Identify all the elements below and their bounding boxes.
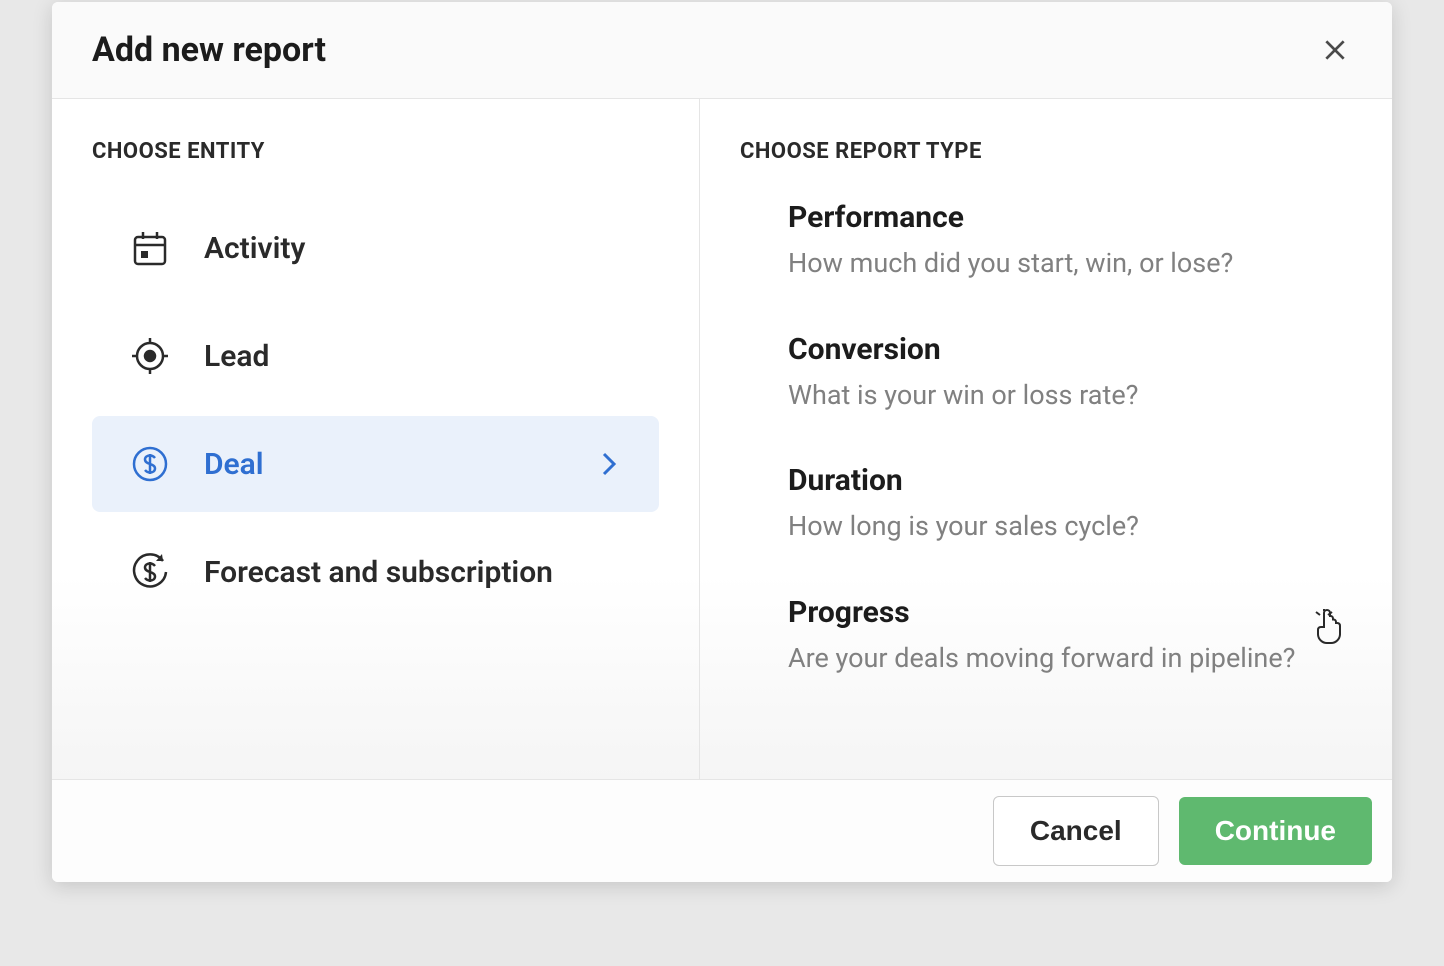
report-type-title: Conversion bbox=[788, 332, 1342, 367]
report-type-title: Duration bbox=[788, 463, 1342, 498]
choose-entity-column: CHOOSE ENTITY Activity bbox=[52, 99, 700, 779]
dollar-circle-icon bbox=[128, 442, 172, 486]
chevron-right-icon bbox=[595, 450, 623, 478]
report-type-duration[interactable]: Duration How long is your sales cycle? bbox=[788, 463, 1342, 547]
report-type-conversion[interactable]: Conversion What is your win or loss rate… bbox=[788, 332, 1342, 416]
entity-list: Activity Lead bbox=[92, 200, 659, 620]
continue-button[interactable]: Continue bbox=[1179, 797, 1372, 865]
choose-report-type-heading: CHOOSE REPORT TYPE bbox=[740, 139, 1342, 164]
dollar-refresh-icon bbox=[128, 550, 172, 594]
choose-report-type-column: CHOOSE REPORT TYPE Performance How much … bbox=[700, 99, 1392, 779]
cancel-button[interactable]: Cancel bbox=[993, 796, 1159, 866]
entity-item-deal[interactable]: Deal bbox=[92, 416, 659, 512]
target-icon bbox=[128, 334, 172, 378]
entity-label: Activity bbox=[204, 231, 623, 266]
close-icon[interactable] bbox=[1318, 33, 1352, 67]
report-type-desc: How much did you start, win, or lose? bbox=[788, 243, 1342, 284]
entity-item-lead[interactable]: Lead bbox=[92, 308, 659, 404]
entity-item-forecast[interactable]: Forecast and subscription bbox=[92, 524, 659, 620]
report-type-list: Performance How much did you start, win,… bbox=[740, 200, 1342, 678]
choose-entity-heading: CHOOSE ENTITY bbox=[92, 139, 659, 164]
entity-label: Deal bbox=[204, 447, 595, 482]
report-type-desc: What is your win or loss rate? bbox=[788, 375, 1342, 416]
report-type-progress[interactable]: Progress Are your deals moving forward i… bbox=[788, 595, 1342, 679]
calendar-icon bbox=[128, 226, 172, 270]
entity-label: Forecast and subscription bbox=[204, 555, 623, 590]
add-report-modal: Add new report CHOOSE ENTITY bbox=[52, 2, 1392, 882]
entity-item-activity[interactable]: Activity bbox=[92, 200, 659, 296]
report-type-title: Progress bbox=[788, 595, 1342, 630]
report-type-title: Performance bbox=[788, 200, 1342, 235]
entity-label: Lead bbox=[204, 339, 623, 374]
report-type-desc: Are your deals moving forward in pipelin… bbox=[788, 638, 1342, 679]
report-type-performance[interactable]: Performance How much did you start, win,… bbox=[788, 200, 1342, 284]
modal-body: CHOOSE ENTITY Activity bbox=[52, 99, 1392, 779]
modal-footer: Cancel Continue bbox=[52, 779, 1392, 882]
modal-header: Add new report bbox=[52, 2, 1392, 99]
modal-title: Add new report bbox=[92, 30, 326, 70]
report-type-desc: How long is your sales cycle? bbox=[788, 506, 1342, 547]
